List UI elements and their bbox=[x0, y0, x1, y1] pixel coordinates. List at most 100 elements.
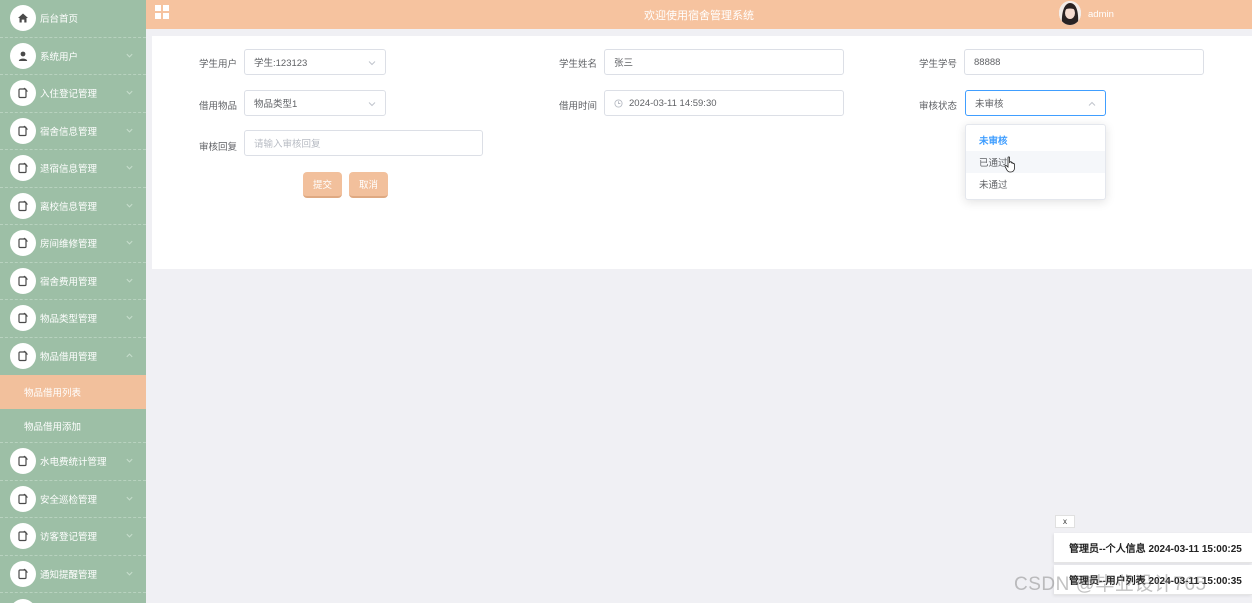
dropdown-option-pending[interactable]: 未审核 bbox=[966, 129, 1105, 151]
student-user-label: 学生用户 bbox=[198, 59, 237, 70]
sidebar-item-home[interactable]: 后台首页 bbox=[0, 0, 146, 38]
sidebar-item-dorm-info[interactable]: 宿舍信息管理 bbox=[0, 113, 146, 150]
borrow-item-select[interactable]: 物品类型1 bbox=[244, 90, 386, 116]
chevron-down-icon bbox=[126, 128, 133, 133]
chevron-down-icon bbox=[368, 102, 376, 107]
avatar[interactable] bbox=[1059, 1, 1081, 25]
sidebar-item-label: 系统用户 bbox=[40, 51, 79, 63]
chevron-down-icon bbox=[126, 278, 133, 283]
chevron-down-icon bbox=[126, 571, 133, 576]
sidebar-item-leave-school[interactable]: 离校信息管理 bbox=[0, 188, 146, 225]
review-status-value: 未审核 bbox=[975, 99, 1004, 110]
borrow-time-picker[interactable]: 2024-03-11 14:59:30 bbox=[604, 90, 844, 116]
student-no-input[interactable]: 88888 bbox=[964, 49, 1204, 75]
home-icon bbox=[10, 5, 36, 32]
chevron-up-icon bbox=[1088, 101, 1096, 106]
sidebar-subitem-borrow-list[interactable]: 物品借用列表 bbox=[0, 375, 146, 409]
review-reply-input[interactable]: 请输入审核回复 bbox=[244, 130, 483, 156]
review-status-select[interactable]: 未审核 bbox=[965, 90, 1106, 116]
doc-icon bbox=[10, 560, 36, 587]
sidebar-item-label: 水电费统计管理 bbox=[40, 457, 107, 469]
chevron-down-icon bbox=[126, 316, 133, 320]
sidebar-subitem-borrow-add[interactable]: 物品借用添加 bbox=[0, 409, 146, 443]
top-header: 欢迎使用宿舍管理系统 admin bbox=[146, 0, 1252, 29]
doc-icon bbox=[10, 117, 36, 144]
chevron-down-icon bbox=[126, 91, 133, 95]
chevron-down-icon bbox=[368, 61, 376, 66]
borrow-time-label: 借用时间 bbox=[558, 101, 597, 112]
hand-cursor-icon bbox=[1004, 156, 1015, 173]
student-name-value: 张三 bbox=[614, 58, 634, 69]
chevron-down-icon bbox=[126, 241, 133, 245]
doc-icon bbox=[10, 343, 36, 370]
doc-icon bbox=[10, 305, 36, 332]
sidebar-subitem-label: 物品借用列表 bbox=[24, 388, 82, 399]
sidebar-item-label: 访客登记管理 bbox=[40, 532, 98, 544]
borrow-item-label: 借用物品 bbox=[198, 101, 237, 112]
review-status-label: 审核状态 bbox=[918, 101, 957, 112]
sidebar-item-label: 物品类型管理 bbox=[40, 314, 98, 326]
doc-icon bbox=[10, 230, 36, 257]
chevron-down-icon bbox=[126, 53, 133, 58]
watermark: CSDN @毕业设计765 bbox=[1014, 574, 1207, 595]
sidebar-item-visitor-log[interactable]: 访客登记管理 bbox=[0, 518, 146, 556]
student-name-input[interactable]: 张三 bbox=[604, 49, 844, 75]
sidebar-item-checkout[interactable]: 退宿信息管理 bbox=[0, 150, 146, 188]
sidebar-item-repair[interactable]: 房间维修管理 bbox=[0, 225, 146, 263]
notification-close-button[interactable]: x bbox=[1055, 515, 1075, 528]
doc-icon bbox=[10, 80, 36, 107]
chevron-down-icon bbox=[126, 534, 133, 538]
sidebar-item-label: 房间维修管理 bbox=[40, 239, 98, 251]
sidebar-item-notifications[interactable]: 通知提醒管理 bbox=[0, 556, 146, 593]
doc-icon bbox=[10, 598, 36, 603]
chevron-down-icon bbox=[126, 166, 133, 170]
doc-icon bbox=[10, 485, 36, 512]
doc-icon bbox=[10, 155, 36, 182]
review-reply-label: 审核回复 bbox=[198, 142, 237, 153]
header-title: 欢迎使用宿舍管理系统 bbox=[644, 10, 754, 22]
sidebar-item-item-types[interactable]: 物品类型管理 bbox=[0, 300, 146, 338]
sidebar-item-label: 后台首页 bbox=[40, 14, 79, 26]
sidebar-subitem-label: 物品借用添加 bbox=[24, 421, 82, 433]
submit-button[interactable]: 提交 bbox=[303, 172, 342, 198]
clock-icon bbox=[614, 98, 623, 108]
student-user-select[interactable]: 学生:123123 bbox=[244, 49, 386, 75]
doc-icon bbox=[10, 267, 36, 294]
sidebar-item-checkin[interactable]: 入住登记管理 bbox=[0, 75, 146, 113]
chevron-down-icon bbox=[126, 203, 133, 208]
chevron-up-icon bbox=[126, 353, 133, 358]
dropdown-option-rejected[interactable]: 未通过 bbox=[966, 173, 1105, 195]
doc-icon bbox=[10, 192, 36, 219]
student-no-label: 学生学号 bbox=[918, 59, 957, 70]
sidebar-item-label: 入住登记管理 bbox=[40, 89, 98, 101]
student-no-value: 88888 bbox=[974, 56, 1001, 68]
sidebar-item-safety-inspection[interactable]: 安全巡检管理 bbox=[0, 481, 146, 518]
notification-item[interactable]: 管理员--个人信息 2024-03-11 15:00:25 bbox=[1054, 533, 1252, 563]
doc-icon bbox=[10, 523, 36, 550]
sidebar-item-dorm-fees[interactable]: 宿舍费用管理 bbox=[0, 263, 146, 300]
borrow-time-value: 2024-03-11 14:59:30 bbox=[629, 97, 717, 109]
sidebar: 后台首页 系统用户 入住登记管理 宿舍信息管理 退宿信息管理 离校信息管理 房间… bbox=[0, 0, 146, 603]
sidebar-item-more[interactable] bbox=[0, 593, 146, 603]
sidebar-item-label: 物品借用管理 bbox=[40, 352, 98, 364]
sidebar-item-label: 宿舍信息管理 bbox=[40, 126, 98, 138]
cancel-button[interactable]: 取消 bbox=[349, 172, 388, 198]
chevron-down-icon bbox=[126, 459, 133, 463]
dropdown-option-approved[interactable]: 已通过 bbox=[966, 151, 1105, 173]
header-username[interactable]: admin bbox=[1088, 9, 1114, 20]
chevron-down-icon bbox=[126, 496, 133, 501]
sidebar-item-label: 退宿信息管理 bbox=[40, 164, 98, 176]
student-name-label: 学生姓名 bbox=[558, 59, 597, 70]
sidebar-item-label: 通知提醒管理 bbox=[40, 569, 98, 581]
sidebar-item-item-borrow[interactable]: 物品借用管理 bbox=[0, 338, 146, 376]
review-reply-placeholder: 请输入审核回复 bbox=[254, 139, 321, 150]
sidebar-item-label: 宿舍费用管理 bbox=[40, 276, 98, 288]
sidebar-item-label: 安全巡检管理 bbox=[40, 494, 98, 506]
sidebar-item-system-users[interactable]: 系统用户 bbox=[0, 38, 146, 75]
review-status-dropdown: 未审核 已通过 未通过 bbox=[965, 124, 1106, 200]
doc-icon bbox=[10, 448, 36, 475]
sidebar-item-utility-stats[interactable]: 水电费统计管理 bbox=[0, 443, 146, 481]
borrow-item-value: 物品类型1 bbox=[254, 99, 298, 110]
sidebar-item-label: 离校信息管理 bbox=[40, 201, 98, 213]
user-icon bbox=[10, 42, 36, 69]
